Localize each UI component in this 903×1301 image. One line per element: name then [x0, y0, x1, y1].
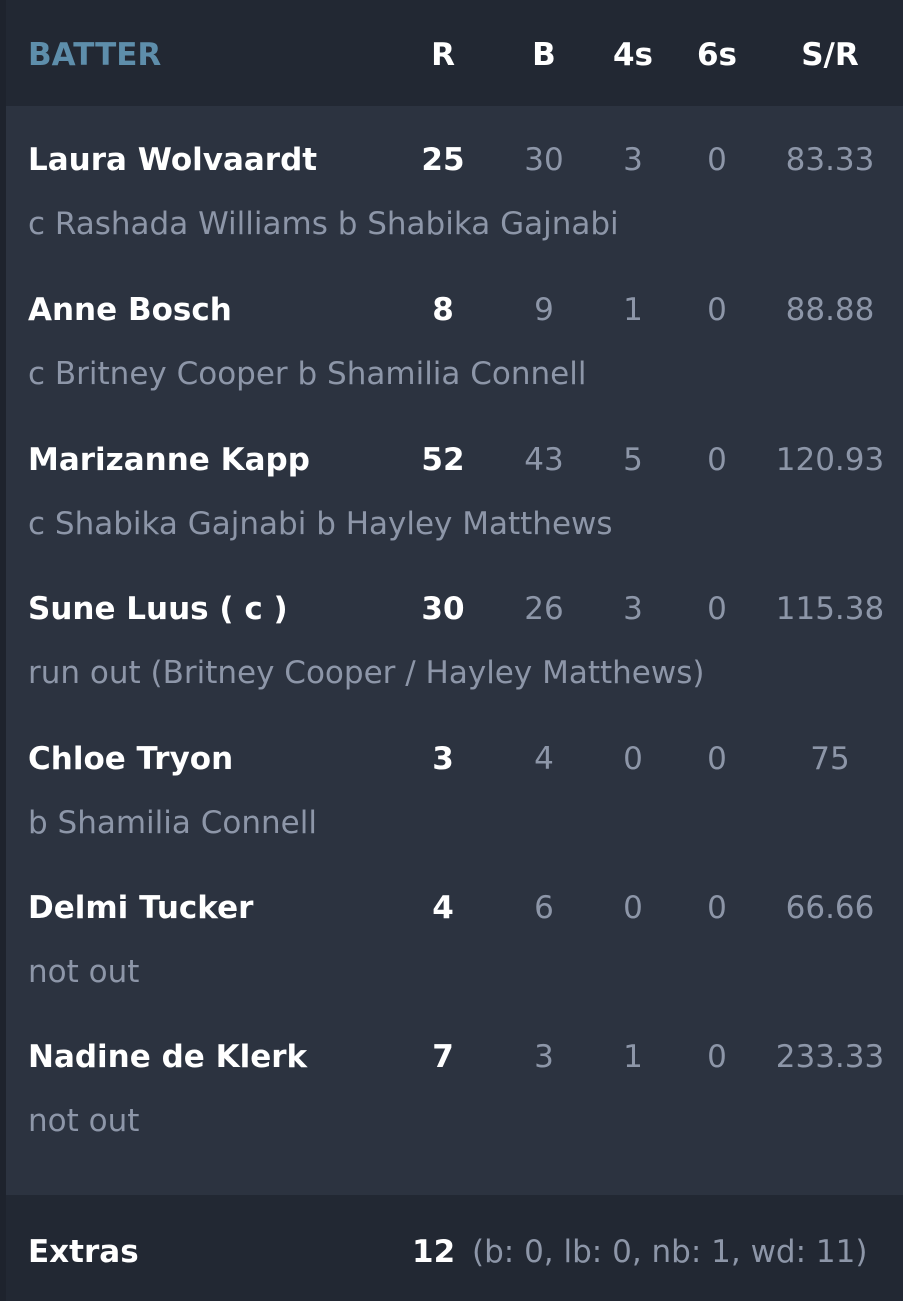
strike-rate-value: 75 — [810, 741, 850, 777]
sixes-value: 0 — [707, 741, 727, 777]
sixes-value: 0 — [707, 442, 727, 478]
batting-scorecard: BATTER R B 4s 6s S/R Laura Wolvaardt 25 … — [6, 0, 903, 1301]
sixes-value: 0 — [707, 1039, 727, 1075]
dismissal-text: not out — [28, 1103, 140, 1139]
sixes-value: 0 — [707, 591, 727, 627]
dismissal-text: b Shamilia Connell — [28, 805, 317, 841]
batter-name[interactable]: Marizanne Kapp — [28, 440, 310, 480]
batter-row[interactable]: Laura Wolvaardt 25 30 3 0 83.33 c Rashad… — [6, 140, 903, 290]
extras-total: 12 — [412, 1234, 456, 1270]
sixes-value: 0 — [707, 142, 727, 178]
strike-rate-value: 83.33 — [785, 142, 875, 178]
batter-name[interactable]: Delmi Tucker — [28, 888, 253, 928]
batter-name[interactable]: Laura Wolvaardt — [28, 140, 317, 180]
batter-row[interactable]: Delmi Tucker 4 6 0 0 66.66 not out — [6, 888, 903, 1038]
batter-row[interactable]: Sune Luus ( c ) 30 26 3 0 115.38 run out… — [6, 589, 903, 739]
batter-row[interactable]: Anne Bosch 8 9 1 0 88.88 c Britney Coope… — [6, 290, 903, 440]
batter-row[interactable]: Chloe Tryon 3 4 0 0 75 b Shamilia Connel… — [6, 739, 903, 889]
sixes-value: 0 — [707, 292, 727, 328]
strike-rate-value: 115.38 — [775, 591, 885, 627]
batter-name[interactable]: Sune Luus ( c ) — [28, 589, 288, 629]
strike-rate-column-header: S/R — [801, 37, 859, 73]
batter-row[interactable]: Marizanne Kapp 52 43 5 0 120.93 c Shabik… — [6, 440, 903, 590]
extras-label: Extras — [28, 1234, 139, 1270]
sixes-value: 0 — [707, 890, 727, 926]
batter-row[interactable]: Nadine de Klerk 7 3 1 0 233.33 not out — [6, 1037, 903, 1187]
batter-name[interactable]: Anne Bosch — [28, 290, 232, 330]
dismissal-text: not out — [28, 954, 140, 990]
strike-rate-value: 88.88 — [785, 292, 875, 328]
sixes-column-header: 6s — [696, 37, 738, 73]
dismissal-text: run out (Britney Cooper / Hayley Matthew… — [28, 655, 705, 691]
extras-row: Extras 12 (b: 0, lb: 0, nb: 1, wd: 11) — [6, 1195, 903, 1301]
strike-rate-value: 233.33 — [775, 1039, 885, 1075]
dismissal-text: c Shabika Gajnabi b Hayley Matthews — [28, 506, 613, 542]
strike-rate-value: 66.66 — [785, 890, 875, 926]
batter-column-header: BATTER — [28, 37, 162, 73]
batter-name[interactable]: Chloe Tryon — [28, 739, 233, 779]
dismissal-text: c Rashada Williams b Shabika Gajnabi — [28, 206, 619, 242]
batter-name[interactable]: Nadine de Klerk — [28, 1037, 307, 1077]
scorecard-header: BATTER R B 4s 6s S/R — [6, 0, 903, 106]
extras-breakdown: (b: 0, lb: 0, nb: 1, wd: 11) — [472, 1234, 868, 1270]
dismissal-text: c Britney Cooper b Shamilia Connell — [28, 356, 587, 392]
strike-rate-value: 120.93 — [775, 442, 885, 478]
